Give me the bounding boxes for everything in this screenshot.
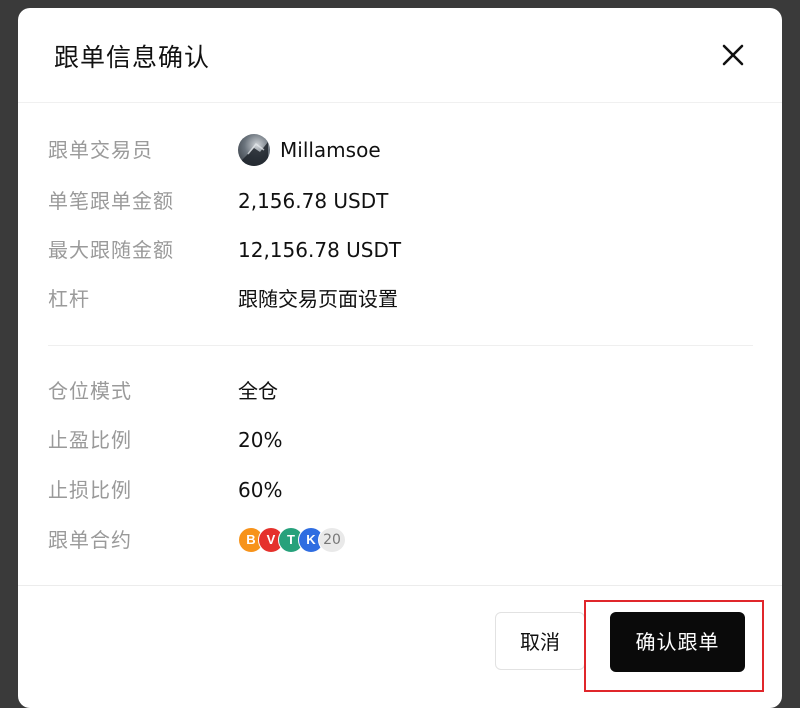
close-icon[interactable]	[718, 40, 748, 70]
follow-confirm-dialog: 跟单信息确认 跟单交易员 Millamsoe 单笔跟单金额 2,156.78 U…	[18, 8, 782, 708]
leverage-label: 杠杆	[48, 287, 90, 311]
contract-coins[interactable]: B V T K 20	[238, 527, 388, 553]
contracts-count-badge: 20	[318, 527, 346, 553]
row-single-amount: 单笔跟单金额 2,156.78 USDT	[48, 186, 748, 216]
single-amount-value: 2,156.78 USDT	[238, 189, 389, 213]
cancel-button[interactable]: 取消	[495, 612, 585, 670]
stop-loss-label: 止损比例	[48, 478, 132, 502]
row-leverage: 杠杆 跟随交易页面设置	[48, 284, 748, 314]
dialog-header: 跟单信息确认	[18, 8, 782, 103]
contracts-label: 跟单合约	[48, 528, 132, 552]
max-amount-value: 12,156.78 USDT	[238, 238, 402, 262]
row-stop-loss: 止损比例 60%	[48, 475, 748, 505]
take-profit-label: 止盈比例	[48, 428, 132, 452]
position-mode-value: 全仓	[238, 379, 278, 403]
position-mode-label: 仓位模式	[48, 379, 132, 403]
row-trader: 跟单交易员 Millamsoe	[48, 134, 748, 166]
section-divider	[48, 345, 753, 346]
row-take-profit: 止盈比例 20%	[48, 425, 748, 455]
take-profit-value: 20%	[238, 428, 283, 452]
row-position-mode: 仓位模式 全仓	[48, 376, 748, 406]
footer-divider	[18, 585, 782, 586]
trader-name[interactable]: Millamsoe	[280, 135, 381, 165]
single-amount-label: 单笔跟单金额	[48, 189, 174, 213]
row-max-amount: 最大跟随金额 12,156.78 USDT	[48, 235, 748, 265]
trader-avatar	[238, 134, 270, 166]
stop-loss-value: 60%	[238, 478, 283, 502]
confirm-follow-button[interactable]: 确认跟单	[610, 612, 745, 672]
dialog-title: 跟单信息确认	[54, 43, 211, 72]
max-amount-label: 最大跟随金额	[48, 238, 174, 262]
trader-label: 跟单交易员	[48, 138, 153, 162]
row-contracts: 跟单合约 B V T K 20	[48, 525, 748, 555]
leverage-value: 跟随交易页面设置	[238, 287, 398, 311]
